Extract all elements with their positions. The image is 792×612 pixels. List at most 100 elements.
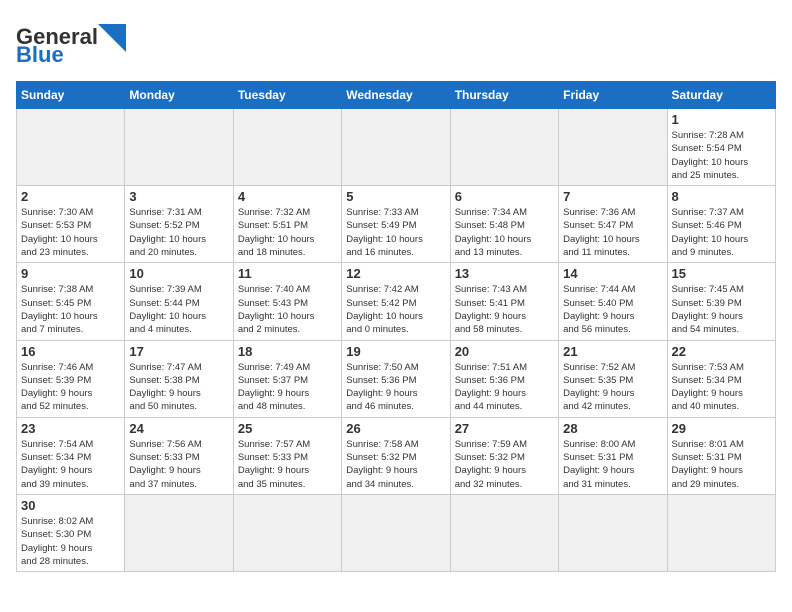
weekday-header: Monday	[125, 82, 233, 109]
weekday-header: Thursday	[450, 82, 558, 109]
calendar-cell	[450, 494, 558, 571]
day-number: 6	[455, 189, 554, 204]
day-info: Sunrise: 7:59 AM Sunset: 5:32 PM Dayligh…	[455, 438, 554, 491]
day-info: Sunrise: 7:38 AM Sunset: 5:45 PM Dayligh…	[21, 283, 120, 336]
day-number: 13	[455, 266, 554, 281]
calendar-cell: 11Sunrise: 7:40 AM Sunset: 5:43 PM Dayli…	[233, 263, 341, 340]
day-number: 2	[21, 189, 120, 204]
day-number: 4	[238, 189, 337, 204]
day-info: Sunrise: 7:28 AM Sunset: 5:54 PM Dayligh…	[672, 129, 771, 182]
calendar-cell: 30 Sunrise: 8:02 AM Sunset: 5:30 PM Dayli…	[17, 494, 125, 571]
day-info: Sunrise: 7:39 AM Sunset: 5:44 PM Dayligh…	[129, 283, 228, 336]
day-info: Sunrise: 7:54 AM Sunset: 5:34 PM Dayligh…	[21, 438, 120, 491]
day-number: 8	[672, 189, 771, 204]
day-number: 18	[238, 344, 337, 359]
day-info: Sunrise: 7:57 AM Sunset: 5:33 PM Dayligh…	[238, 438, 337, 491]
calendar-cell	[559, 109, 667, 186]
calendar-cell: 21Sunrise: 7:52 AM Sunset: 5:35 PM Dayli…	[559, 340, 667, 417]
calendar-cell: 24 Sunrise: 7:56 AM Sunset: 5:33 PM Dayli…	[125, 417, 233, 494]
day-info: Sunrise: 7:36 AM Sunset: 5:47 PM Dayligh…	[563, 206, 662, 259]
calendar-week-row: 23 Sunrise: 7:54 AM Sunset: 5:34 PM Dayli…	[17, 417, 776, 494]
calendar-cell: 14Sunrise: 7:44 AM Sunset: 5:40 PM Dayli…	[559, 263, 667, 340]
day-info: Sunrise: 7:32 AM Sunset: 5:51 PM Dayligh…	[238, 206, 337, 259]
day-number: 28	[563, 421, 662, 436]
day-info: Sunrise: 7:56 AM Sunset: 5:33 PM Dayligh…	[129, 438, 228, 491]
day-number: 29	[672, 421, 771, 436]
calendar-cell: 18 Sunrise: 7:49 AM Sunset: 5:37 PM Dayli…	[233, 340, 341, 417]
calendar-cell: 1Sunrise: 7:28 AM Sunset: 5:54 PM Daylig…	[667, 109, 775, 186]
calendar-cell: 20Sunrise: 7:51 AM Sunset: 5:36 PM Dayli…	[450, 340, 558, 417]
calendar-cell	[667, 494, 775, 571]
day-number: 22	[672, 344, 771, 359]
day-info: Sunrise: 8:02 AM Sunset: 5:30 PM Dayligh…	[21, 515, 120, 568]
calendar-cell: 23 Sunrise: 7:54 AM Sunset: 5:34 PM Dayli…	[17, 417, 125, 494]
weekday-header-row: SundayMondayTuesdayWednesdayThursdayFrid…	[17, 82, 776, 109]
day-number: 12	[346, 266, 445, 281]
weekday-header: Friday	[559, 82, 667, 109]
calendar-cell: 4 Sunrise: 7:32 AM Sunset: 5:51 PM Daylig…	[233, 186, 341, 263]
calendar-cell	[342, 109, 450, 186]
calendar-cell	[450, 109, 558, 186]
calendar-cell	[559, 494, 667, 571]
day-info: Sunrise: 7:43 AM Sunset: 5:41 PM Dayligh…	[455, 283, 554, 336]
calendar-week-row: 9 Sunrise: 7:38 AM Sunset: 5:45 PM Daylig…	[17, 263, 776, 340]
day-info: Sunrise: 7:31 AM Sunset: 5:52 PM Dayligh…	[129, 206, 228, 259]
day-number: 19	[346, 344, 445, 359]
day-number: 20	[455, 344, 554, 359]
calendar-cell: 2 Sunrise: 7:30 AM Sunset: 5:53 PM Daylig…	[17, 186, 125, 263]
day-number: 26	[346, 421, 445, 436]
calendar-cell: 16Sunrise: 7:46 AM Sunset: 5:39 PM Dayli…	[17, 340, 125, 417]
calendar-cell: 12 Sunrise: 7:42 AM Sunset: 5:42 PM Dayli…	[342, 263, 450, 340]
calendar-cell: 7 Sunrise: 7:36 AM Sunset: 5:47 PM Daylig…	[559, 186, 667, 263]
day-number: 30	[21, 498, 120, 513]
page-header: General Blue	[16, 16, 776, 71]
calendar-table: SundayMondayTuesdayWednesdayThursdayFrid…	[16, 81, 776, 572]
day-info: Sunrise: 7:37 AM Sunset: 5:46 PM Dayligh…	[672, 206, 771, 259]
day-number: 25	[238, 421, 337, 436]
day-number: 7	[563, 189, 662, 204]
weekday-header: Saturday	[667, 82, 775, 109]
day-number: 9	[21, 266, 120, 281]
day-info: Sunrise: 7:58 AM Sunset: 5:32 PM Dayligh…	[346, 438, 445, 491]
calendar-cell: 3 Sunrise: 7:31 AM Sunset: 5:52 PM Daylig…	[125, 186, 233, 263]
day-number: 14	[563, 266, 662, 281]
day-number: 3	[129, 189, 228, 204]
day-info: Sunrise: 7:49 AM Sunset: 5:37 PM Dayligh…	[238, 361, 337, 414]
calendar-cell	[125, 494, 233, 571]
calendar-cell: 25 Sunrise: 7:57 AM Sunset: 5:33 PM Dayli…	[233, 417, 341, 494]
calendar-cell	[125, 109, 233, 186]
day-number: 23	[21, 421, 120, 436]
calendar-week-row: 30 Sunrise: 8:02 AM Sunset: 5:30 PM Dayli…	[17, 494, 776, 571]
weekday-header: Sunday	[17, 82, 125, 109]
calendar-cell: 19 Sunrise: 7:50 AM Sunset: 5:36 PM Dayli…	[342, 340, 450, 417]
day-number: 24	[129, 421, 228, 436]
calendar-cell: 27Sunrise: 7:59 AM Sunset: 5:32 PM Dayli…	[450, 417, 558, 494]
calendar-week-row: 1Sunrise: 7:28 AM Sunset: 5:54 PM Daylig…	[17, 109, 776, 186]
day-number: 10	[129, 266, 228, 281]
calendar-cell: 17Sunrise: 7:47 AM Sunset: 5:38 PM Dayli…	[125, 340, 233, 417]
calendar-cell: 26 Sunrise: 7:58 AM Sunset: 5:32 PM Dayli…	[342, 417, 450, 494]
calendar-cell: 6 Sunrise: 7:34 AM Sunset: 5:48 PM Daylig…	[450, 186, 558, 263]
calendar-cell: 28 Sunrise: 8:00 AM Sunset: 5:31 PM Dayli…	[559, 417, 667, 494]
day-info: Sunrise: 7:30 AM Sunset: 5:53 PM Dayligh…	[21, 206, 120, 259]
logo: General Blue	[16, 16, 116, 71]
calendar-cell: 15Sunrise: 7:45 AM Sunset: 5:39 PM Dayli…	[667, 263, 775, 340]
day-info: Sunrise: 7:34 AM Sunset: 5:48 PM Dayligh…	[455, 206, 554, 259]
calendar-cell: 13 Sunrise: 7:43 AM Sunset: 5:41 PM Dayli…	[450, 263, 558, 340]
day-number: 15	[672, 266, 771, 281]
day-info: Sunrise: 7:46 AM Sunset: 5:39 PM Dayligh…	[21, 361, 120, 414]
calendar-week-row: 16Sunrise: 7:46 AM Sunset: 5:39 PM Dayli…	[17, 340, 776, 417]
day-info: Sunrise: 7:33 AM Sunset: 5:49 PM Dayligh…	[346, 206, 445, 259]
day-number: 17	[129, 344, 228, 359]
day-info: Sunrise: 7:52 AM Sunset: 5:35 PM Dayligh…	[563, 361, 662, 414]
calendar-cell	[342, 494, 450, 571]
weekday-header: Wednesday	[342, 82, 450, 109]
calendar-week-row: 2 Sunrise: 7:30 AM Sunset: 5:53 PM Daylig…	[17, 186, 776, 263]
day-info: Sunrise: 8:00 AM Sunset: 5:31 PM Dayligh…	[563, 438, 662, 491]
calendar-cell: 10 Sunrise: 7:39 AM Sunset: 5:44 PM Dayli…	[125, 263, 233, 340]
day-info: Sunrise: 7:53 AM Sunset: 5:34 PM Dayligh…	[672, 361, 771, 414]
day-info: Sunrise: 7:50 AM Sunset: 5:36 PM Dayligh…	[346, 361, 445, 414]
calendar-cell: 9 Sunrise: 7:38 AM Sunset: 5:45 PM Daylig…	[17, 263, 125, 340]
day-info: Sunrise: 7:42 AM Sunset: 5:42 PM Dayligh…	[346, 283, 445, 336]
calendar-cell: 29Sunrise: 8:01 AM Sunset: 5:31 PM Dayli…	[667, 417, 775, 494]
